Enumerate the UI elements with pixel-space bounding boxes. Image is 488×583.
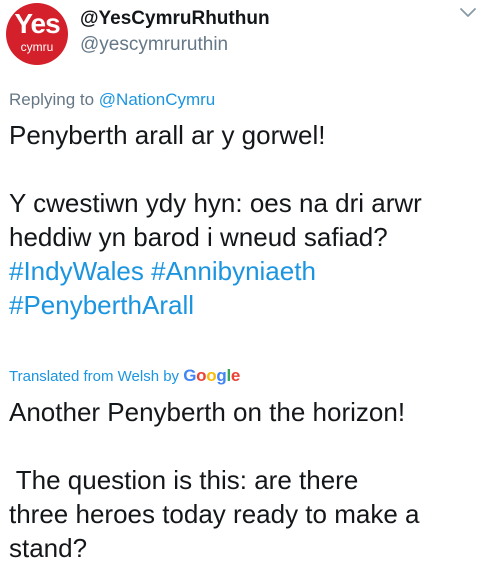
avatar-logo-text: Yes (14, 8, 60, 39)
google-logo-letter: e (230, 366, 241, 385)
tweet-text: Penyberth arall ar y gorwel! Y cwestiwn … (9, 118, 481, 322)
reply-mention-link[interactable]: @NationCymru (99, 90, 215, 109)
display-name[interactable]: @YesCymruRhuthun (80, 8, 270, 30)
replying-to-label: Replying to (9, 90, 95, 109)
hashtag-link[interactable]: #IndyWales (9, 256, 144, 286)
hashtag-line: #IndyWales #Annibyniaeth (9, 254, 481, 288)
google-logo: Google (183, 366, 240, 385)
translated-line: Another Penyberth on the horizon! (9, 397, 406, 427)
translated-line: The question is this: are there (9, 465, 359, 495)
translation-label: Translated from Welsh by (9, 368, 180, 385)
tweet-header: Yes cymru @YesCymruRhuthun @yescymruruth… (0, 0, 488, 80)
replying-to: Replying to @NationCymru (9, 90, 215, 110)
chevron-down-icon[interactable] (459, 6, 477, 20)
tweet-line: Y cwestiwn ydy hyn: oes na dri arwr (9, 188, 422, 218)
google-logo-letter: o (196, 366, 207, 385)
hashtag-link[interactable]: #Annibyniaeth (151, 256, 316, 286)
translated-text: Another Penyberth on the horizon! The qu… (9, 395, 481, 565)
tweet-line: Penyberth arall ar y gorwel! (9, 120, 326, 150)
avatar-logo-subtext: cymru (20, 40, 54, 54)
google-logo-letter: g (216, 366, 227, 385)
translated-line: stand? (9, 533, 88, 563)
translation-attribution[interactable]: Translated from Welsh by Google (9, 366, 240, 386)
user-handle[interactable]: @yescymruruthin (80, 34, 228, 56)
translated-blank-line (9, 429, 481, 463)
avatar[interactable]: Yes cymru (6, 3, 68, 65)
hashtag-link[interactable]: #PenyberthArall (9, 290, 194, 320)
tweet-line: heddiw yn barod i wneud safiad? (9, 222, 388, 252)
google-logo-letter: o (206, 366, 217, 385)
google-logo-letter: G (183, 366, 197, 385)
hashtag-line: #PenyberthArall (9, 288, 481, 322)
translated-line: three heroes today ready to make a (9, 499, 420, 529)
